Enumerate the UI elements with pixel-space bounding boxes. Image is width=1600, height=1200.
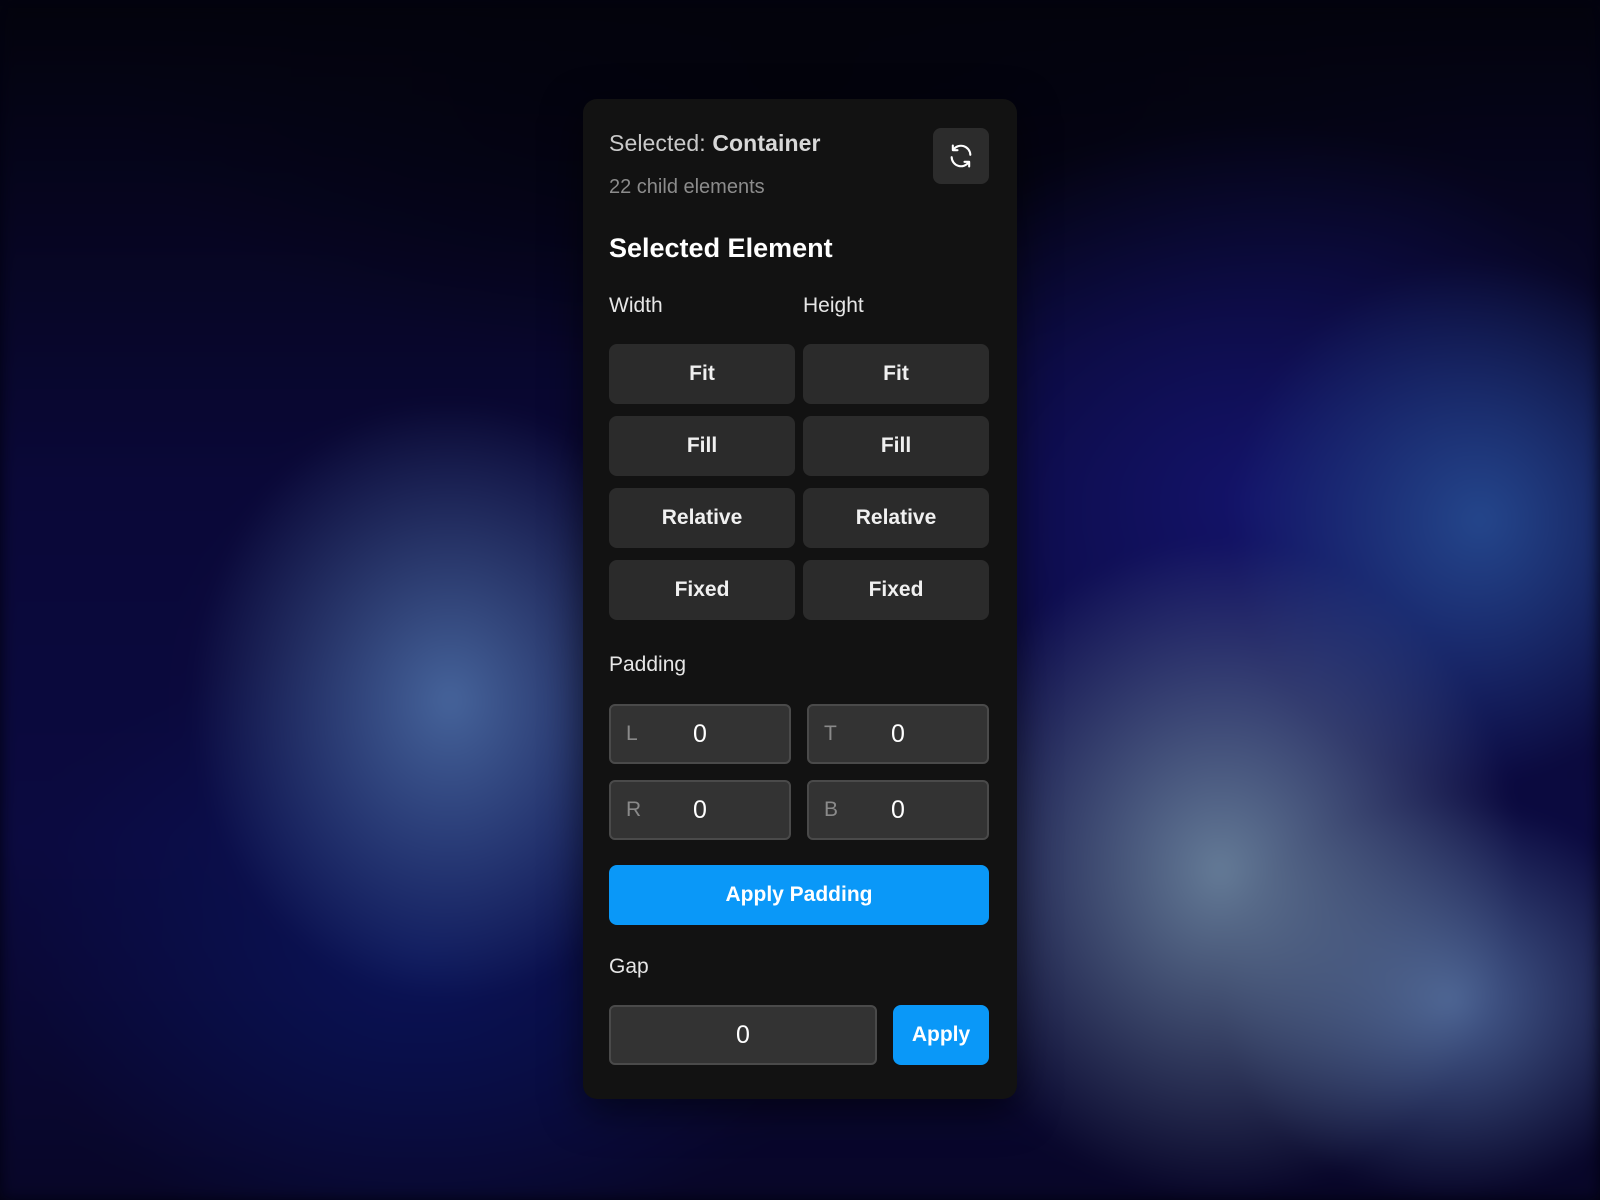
width-label: Width — [609, 294, 663, 317]
padding-right-value[interactable]: 0 — [671, 796, 789, 825]
apply-padding-button[interactable]: Apply Padding — [609, 865, 989, 925]
padding-label: Padding — [609, 653, 687, 676]
padding-bottom-field[interactable]: B 0 — [807, 780, 989, 840]
padding-top-prefix: T — [824, 722, 837, 745]
padding-bottom-value[interactable]: 0 — [869, 796, 987, 825]
padding-right-field[interactable]: R 0 — [609, 780, 791, 840]
padding-top-field[interactable]: T 0 — [807, 704, 989, 764]
refresh-icon — [950, 144, 972, 168]
gap-input[interactable]: 0 — [609, 1005, 877, 1065]
padding-left-value[interactable]: 0 — [671, 720, 789, 749]
child-count: 22 child elements — [609, 176, 765, 198]
gap-label: Gap — [609, 955, 649, 978]
refresh-button[interactable] — [933, 128, 989, 184]
height-label: Height — [803, 294, 864, 317]
width-relative-button[interactable]: Relative — [609, 488, 795, 548]
width-fixed-button[interactable]: Fixed — [609, 560, 795, 620]
apply-gap-button[interactable]: Apply — [893, 1005, 989, 1065]
height-fill-button[interactable]: Fill — [803, 416, 989, 476]
padding-top-value[interactable]: 0 — [869, 720, 987, 749]
section-title: Selected Element — [609, 233, 833, 263]
height-relative-button[interactable]: Relative — [803, 488, 989, 548]
padding-left-prefix: L — [626, 722, 638, 745]
selected-label: Selected: Container — [609, 130, 821, 157]
padding-right-prefix: R — [626, 798, 642, 821]
properties-panel: Selected: Container 22 child elements Se… — [583, 99, 1017, 1099]
height-fit-button[interactable]: Fit — [803, 344, 989, 404]
padding-left-field[interactable]: L 0 — [609, 704, 791, 764]
padding-bottom-prefix: B — [824, 798, 839, 821]
selected-prefix: Selected: — [609, 130, 706, 156]
width-fit-button[interactable]: Fit — [609, 344, 795, 404]
height-fixed-button[interactable]: Fixed — [803, 560, 989, 620]
width-fill-button[interactable]: Fill — [609, 416, 795, 476]
selected-element-name: Container — [712, 130, 821, 156]
